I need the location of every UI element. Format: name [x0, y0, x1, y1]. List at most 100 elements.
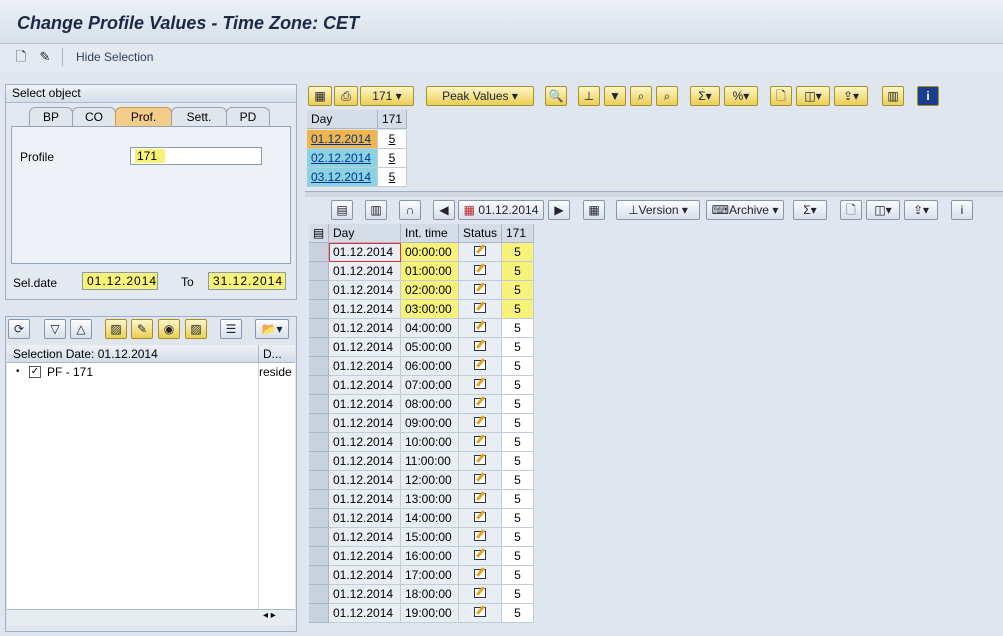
value-cell[interactable]: 5: [502, 243, 534, 262]
edit-status-icon[interactable]: [473, 453, 487, 465]
edit-icon[interactable]: ✎: [131, 319, 153, 339]
status-cell[interactable]: [459, 528, 502, 547]
row-selector[interactable]: [309, 319, 329, 338]
find-icon[interactable]: 🔍: [545, 86, 567, 106]
details-icon[interactable]: ▤: [331, 200, 353, 220]
layout-icon[interactable]: ▥: [882, 86, 904, 106]
status-cell[interactable]: [459, 376, 502, 395]
row-selector[interactable]: [309, 357, 329, 376]
value-cell[interactable]: 5: [502, 585, 534, 604]
edit-status-icon[interactable]: [473, 396, 487, 408]
top-day-link[interactable]: 01.12.2014: [307, 130, 378, 149]
scroll-left-icon[interactable]: ◂ ▸: [263, 610, 276, 621]
edit-status-icon[interactable]: [473, 377, 487, 389]
value-cell[interactable]: 5: [502, 566, 534, 585]
stop-icon[interactable]: ◉: [158, 319, 180, 339]
value-cell[interactable]: 5: [502, 319, 534, 338]
refresh-icon[interactable]: ⟳: [8, 319, 30, 339]
status-cell[interactable]: [459, 281, 502, 300]
document-icon[interactable]: 🗋: [770, 86, 792, 106]
profile-input[interactable]: 171: [130, 147, 262, 165]
value-cell[interactable]: 5: [502, 338, 534, 357]
list-icon[interactable]: ☰: [220, 319, 242, 339]
status-cell[interactable]: [459, 433, 502, 452]
row-selector[interactable]: [309, 509, 329, 528]
value-cell[interactable]: 5: [502, 357, 534, 376]
edit-status-icon[interactable]: [473, 472, 487, 484]
row-selector[interactable]: [309, 585, 329, 604]
row-selector[interactable]: [309, 243, 329, 262]
edit-status-icon[interactable]: [473, 434, 487, 446]
row-selector[interactable]: [309, 452, 329, 471]
splitter[interactable]: [305, 191, 1003, 197]
peak-values-button[interactable]: Peak Values ▾: [426, 86, 534, 106]
status-cell[interactable]: [459, 452, 502, 471]
tab-pd[interactable]: PD: [226, 107, 270, 127]
search-icon[interactable]: ⌕: [630, 86, 652, 106]
collapse-icon[interactable]: △: [70, 319, 92, 339]
hide-selection-button[interactable]: Hide Selection: [76, 50, 153, 64]
top-value[interactable]: 5: [378, 168, 407, 187]
row-selector[interactable]: [309, 471, 329, 490]
edit-status-icon[interactable]: [473, 263, 487, 275]
row-selector[interactable]: [309, 376, 329, 395]
top-day-link[interactable]: 02.12.2014: [307, 149, 378, 168]
grid-icon[interactable]: ▦: [308, 86, 332, 106]
edit-status-icon[interactable]: [473, 510, 487, 522]
row-selector[interactable]: [309, 414, 329, 433]
export-icon[interactable]: ⇪▾: [904, 200, 938, 220]
tab-prof[interactable]: Prof.: [115, 107, 172, 127]
value-cell[interactable]: 5: [502, 395, 534, 414]
graph-icon[interactable]: ▨: [185, 319, 207, 339]
edit-status-icon[interactable]: [473, 548, 487, 560]
status-cell[interactable]: [459, 357, 502, 376]
row-selector[interactable]: [309, 566, 329, 585]
status-cell[interactable]: [459, 262, 502, 281]
status-cell[interactable]: [459, 414, 502, 433]
info-icon[interactable]: i: [917, 86, 939, 106]
tree-item-profile[interactable]: PF - 171: [47, 365, 93, 379]
version-button[interactable]: ⊥Version ▾: [616, 200, 700, 220]
row-selector[interactable]: [309, 262, 329, 281]
calculator-icon[interactable]: ▦: [583, 200, 605, 220]
row-selector[interactable]: [309, 604, 329, 623]
open-folder-icon[interactable]: 📂▾: [255, 319, 289, 339]
seldate-input[interactable]: 01.12.2014: [82, 272, 158, 290]
top-day-link[interactable]: 03.12.2014: [307, 168, 378, 187]
edit-status-icon[interactable]: [473, 244, 487, 256]
status-cell[interactable]: [459, 395, 502, 414]
status-cell[interactable]: [459, 509, 502, 528]
value-cell[interactable]: 5: [502, 604, 534, 623]
row-selector[interactable]: [309, 547, 329, 566]
status-cell[interactable]: [459, 547, 502, 566]
value-cell[interactable]: 5: [502, 376, 534, 395]
row-selector[interactable]: [309, 338, 329, 357]
edit-status-icon[interactable]: [473, 320, 487, 332]
status-cell[interactable]: [459, 471, 502, 490]
status-cell[interactable]: [459, 490, 502, 509]
value-cell[interactable]: 5: [502, 262, 534, 281]
status-cell[interactable]: [459, 604, 502, 623]
status-cell[interactable]: [459, 319, 502, 338]
tab-bp[interactable]: BP: [29, 107, 73, 127]
edit-status-icon[interactable]: [473, 358, 487, 370]
value-cell[interactable]: 5: [502, 509, 534, 528]
document-icon[interactable]: 🗋: [840, 200, 862, 220]
checkbox[interactable]: ✓: [29, 366, 41, 378]
next-day-icon[interactable]: ▶: [548, 200, 570, 220]
export-icon[interactable]: ⇪▾: [834, 86, 868, 106]
expand-icon[interactable]: ▽: [44, 319, 66, 339]
edit-status-icon[interactable]: [473, 415, 487, 427]
chart-icon[interactable]: ▨: [105, 319, 127, 339]
info-icon[interactable]: i: [951, 200, 973, 220]
profile-select-button[interactable]: 171 ▾: [360, 86, 414, 106]
value-cell[interactable]: 5: [502, 433, 534, 452]
previous-day-icon[interactable]: ◀: [433, 200, 455, 220]
row-selector[interactable]: [309, 528, 329, 547]
archive-button[interactable]: ⌨Archive ▾: [706, 200, 784, 220]
value-cell[interactable]: 5: [502, 452, 534, 471]
edit-status-icon[interactable]: [473, 301, 487, 313]
select-all-icon[interactable]: ▤: [309, 224, 329, 243]
status-cell[interactable]: [459, 243, 502, 262]
row-selector[interactable]: [309, 281, 329, 300]
